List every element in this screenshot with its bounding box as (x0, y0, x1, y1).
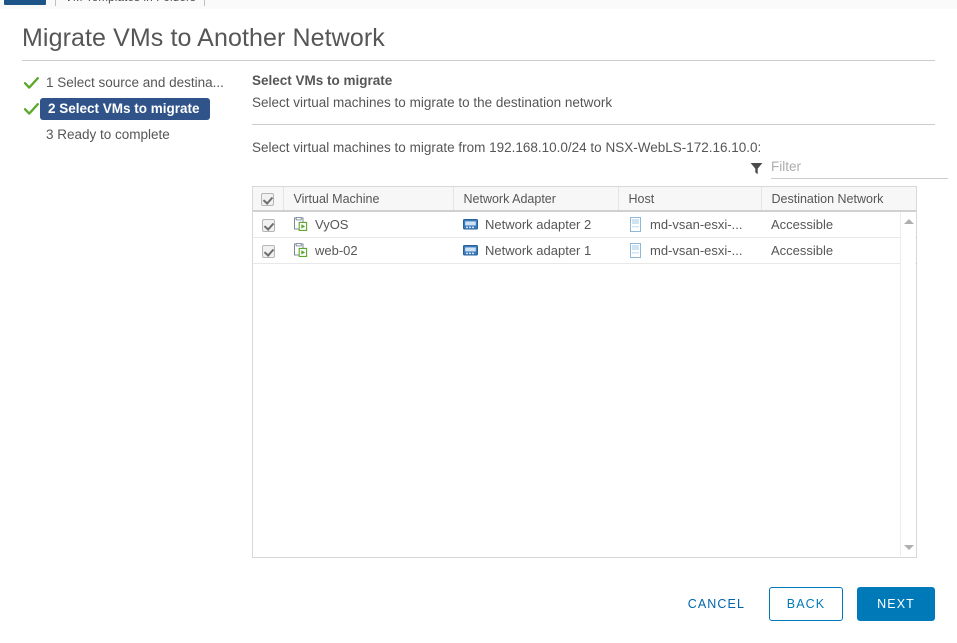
wizard-step-1-label: 1 Select source and destina... (46, 75, 224, 90)
wizard-step-2-label: 2 Select VMs to migrate (40, 98, 210, 120)
vm-table: Virtual Machine Network Adapter Host Des… (253, 187, 916, 264)
wizard-step-3[interactable]: 3 Ready to complete (22, 124, 244, 146)
row-select-cell[interactable] (253, 211, 283, 238)
network-adapter-icon (463, 243, 478, 258)
wizard-footer: CANCEL BACK NEXT (0, 587, 957, 621)
vm-name: web-02 (315, 242, 358, 258)
pane-divider (252, 124, 935, 125)
filter-input[interactable] (771, 157, 948, 179)
breadcrumb-divider-2 (203, 0, 205, 6)
select-all-header[interactable] (253, 187, 284, 212)
virtual-machine-powered-on-icon (293, 242, 308, 258)
filter-icon (749, 161, 763, 175)
cancel-button[interactable]: CANCEL (678, 587, 755, 621)
pane-title: Select VMs to migrate (252, 73, 393, 88)
vm-name: VyOS (315, 216, 349, 232)
scroll-up-icon[interactable] (901, 214, 916, 228)
page-title: Migrate VMs to Another Network (22, 24, 385, 52)
cell-destination-network: Accessible (761, 211, 916, 238)
host-name: md-vsan-esxi-... (650, 242, 743, 258)
adapter-name: Network adapter 1 (485, 242, 592, 258)
column-header-destination-network[interactable]: Destination Network (761, 187, 916, 212)
vm-table-container: Virtual Machine Network Adapter Host Des… (252, 186, 917, 558)
adapter-name: Network adapter 2 (485, 216, 592, 232)
row-select-cell[interactable] (253, 237, 283, 264)
next-button[interactable]: NEXT (857, 587, 935, 621)
table-empty-area (253, 263, 916, 557)
column-header-network-adapter[interactable]: Network Adapter (453, 187, 619, 212)
wizard-step-list: 1 Select source and destina... 2 Select … (22, 72, 244, 150)
column-header-host[interactable]: Host (618, 187, 762, 212)
check-icon (22, 76, 40, 90)
wizard-step-3-label: 3 Ready to complete (46, 127, 170, 142)
host-name: md-vsan-esxi-... (650, 216, 743, 232)
pane-subtitle: Select virtual machines to migrate to th… (252, 95, 613, 110)
back-button[interactable]: BACK (769, 587, 843, 621)
row-checkbox[interactable] (261, 244, 275, 258)
column-header-virtual-machine[interactable]: Virtual Machine (283, 187, 454, 212)
filter-row (749, 157, 948, 179)
table-row[interactable]: web-02 Network adapter 1 md-vsan-esxi-..… (253, 237, 916, 264)
pane-instruction: Select virtual machines to migrate from … (252, 140, 762, 155)
cell-host: md-vsan-esxi-... (618, 237, 761, 264)
virtual-machine-powered-on-icon (293, 216, 308, 232)
cell-destination-network: Accessible (761, 237, 916, 264)
breadcrumb-divider (55, 0, 56, 6)
select-all-checkbox[interactable] (261, 192, 275, 206)
table-vertical-scrollbar[interactable] (900, 212, 915, 556)
table-header-row: Virtual Machine Network Adapter Host Des… (253, 187, 916, 212)
check-icon (22, 102, 40, 116)
cell-network-adapter: Network adapter 1 (453, 237, 618, 264)
host-icon (628, 242, 643, 258)
cell-virtual-machine: web-02 (283, 237, 453, 264)
title-divider (22, 60, 935, 61)
host-icon (628, 216, 643, 232)
content-pane: Select VMs to migrate Select virtual mac… (252, 72, 948, 558)
cell-virtual-machine: VyOS (283, 211, 453, 238)
cell-host: md-vsan-esxi-... (618, 211, 761, 238)
vmware-logo (4, 0, 46, 5)
network-adapter-icon (463, 217, 478, 232)
row-checkbox[interactable] (261, 218, 275, 232)
cell-network-adapter: Network adapter 2 (453, 211, 618, 238)
vm-table-body: VyOS Network adapter 2 md-vsan-esxi-... … (253, 211, 916, 264)
table-row[interactable]: VyOS Network adapter 2 md-vsan-esxi-... … (253, 211, 916, 238)
breadcrumb-label[interactable]: VM Templates in Folders (65, 0, 196, 4)
wizard-step-1[interactable]: 1 Select source and destina... (22, 72, 244, 94)
scroll-down-icon[interactable] (901, 540, 916, 554)
top-navigation-strip: VM Templates in Folders (0, 0, 957, 9)
vm-table-header: Virtual Machine Network Adapter Host Des… (253, 187, 916, 212)
wizard-step-2[interactable]: 2 Select VMs to migrate (22, 98, 244, 120)
